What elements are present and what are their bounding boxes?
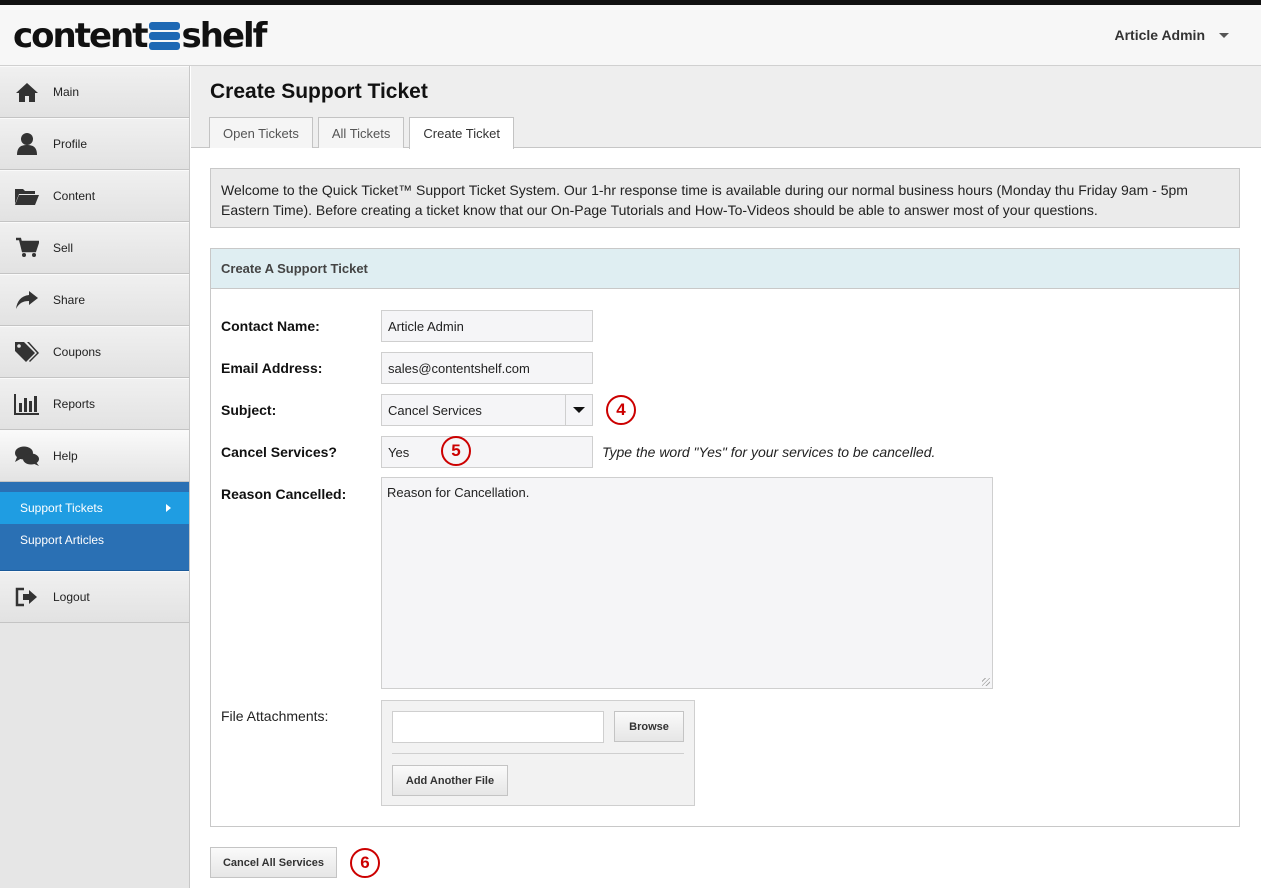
cancel-all-services-button[interactable]: Cancel All Services [210, 847, 337, 878]
tab-bar: Open Tickets All Tickets Create Ticket [209, 117, 514, 149]
chevron-right-icon [166, 504, 171, 512]
chat-icon [13, 444, 41, 468]
cancel-confirm-field[interactable]: Yes [381, 436, 593, 468]
sidebar-item-label: Logout [53, 590, 90, 604]
logo[interactable]: content shelf [13, 16, 268, 56]
sidebar-item-label: Content [53, 189, 96, 203]
sidebar-item-logout[interactable]: Logout [0, 571, 189, 623]
tab-open-tickets[interactable]: Open Tickets [209, 117, 313, 148]
sidebar-item-share[interactable]: Share [0, 274, 189, 326]
home-icon [13, 80, 41, 104]
user-icon [13, 132, 41, 156]
sidebar-item-content[interactable]: Content [0, 170, 189, 222]
email-label: Email Address: [221, 360, 323, 376]
subnav-item-label: Support Tickets [20, 501, 103, 515]
page-title: Create Support Ticket [210, 80, 428, 103]
browse-button[interactable]: Browse [614, 711, 684, 742]
welcome-message: Welcome to the Quick Ticket™ Support Tic… [210, 168, 1240, 228]
sidebar-item-profile[interactable]: Profile [0, 118, 189, 170]
cancel-hint: Type the word "Yes" for your services to… [602, 444, 936, 460]
divider [392, 753, 684, 754]
contact-name-field[interactable]: Article Admin [381, 310, 593, 342]
add-another-file-button[interactable]: Add Another File [392, 765, 508, 796]
bar-chart-icon [13, 392, 41, 416]
file-attachments-box: Browse Add Another File [381, 700, 695, 806]
reason-label: Reason Cancelled: [221, 486, 347, 502]
logo-text-right: shelf [181, 16, 268, 56]
email-field[interactable]: sales@contentshelf.com [381, 352, 593, 384]
subject-select[interactable]: Cancel Services [381, 394, 593, 426]
sidebar: Main Profile Content Sell Share Coupons [0, 66, 190, 888]
annotation-marker-4: 4 [606, 395, 636, 425]
title-bar: Create Support Ticket Open Tickets All T… [191, 66, 1261, 149]
subnav-item-label: Support Articles [20, 533, 105, 547]
main-content: Create Support Ticket Open Tickets All T… [191, 66, 1261, 888]
annotation-marker-6: 6 [350, 848, 380, 878]
sidebar-item-reports[interactable]: Reports [0, 378, 189, 430]
sidebar-item-sell[interactable]: Sell [0, 222, 189, 274]
dropdown-arrow-icon[interactable] [565, 395, 592, 425]
file-attachments-label: File Attachments: [221, 708, 329, 724]
sidebar-item-label: Profile [53, 137, 88, 151]
cart-icon [13, 236, 41, 260]
subject-label: Subject: [221, 402, 277, 418]
contact-name-label: Contact Name: [221, 318, 320, 334]
sidebar-item-label: Coupons [53, 345, 102, 359]
chevron-down-icon [1219, 32, 1229, 38]
sidebar-item-label: Help [53, 449, 78, 463]
subnav-item-support-tickets[interactable]: Support Tickets [0, 492, 189, 524]
subject-selected-value: Cancel Services [388, 402, 482, 418]
logo-mark-icon [148, 21, 180, 51]
app-header: content shelf Article Admin [0, 5, 1261, 66]
sidebar-item-label: Main [53, 85, 80, 99]
tags-icon [13, 340, 41, 364]
sidebar-item-help[interactable]: Help [0, 430, 189, 482]
subnav-item-support-articles[interactable]: Support Articles [0, 524, 189, 556]
annotation-marker-5: 5 [441, 436, 471, 466]
sidebar-item-main[interactable]: Main [0, 66, 189, 118]
sidebar-item-label: Share [53, 293, 86, 307]
share-icon [13, 288, 41, 312]
sidebar-item-label: Reports [53, 397, 96, 411]
user-menu[interactable]: Article Admin [1114, 27, 1229, 43]
user-name: Article Admin [1114, 27, 1206, 43]
sidebar-item-coupons[interactable]: Coupons [0, 326, 189, 378]
create-ticket-form: Create A Support Ticket Contact Name: Ar… [210, 248, 1240, 827]
resize-handle-icon[interactable] [982, 678, 990, 686]
cancel-services-label: Cancel Services? [221, 444, 337, 460]
sidebar-item-label: Sell [53, 241, 74, 255]
reason-text: Reason for Cancellation. [387, 485, 530, 500]
reason-textarea[interactable]: Reason for Cancellation. [381, 477, 993, 689]
tab-create-ticket[interactable]: Create Ticket [409, 117, 514, 149]
tab-all-tickets[interactable]: All Tickets [317, 117, 405, 148]
folder-icon [13, 184, 41, 208]
help-submenu: Support Tickets Support Articles [0, 482, 189, 571]
file-path-input[interactable] [392, 711, 604, 743]
form-heading: Create A Support Ticket [211, 249, 1239, 289]
logout-icon [13, 585, 41, 609]
logo-text-left: content [13, 16, 148, 56]
